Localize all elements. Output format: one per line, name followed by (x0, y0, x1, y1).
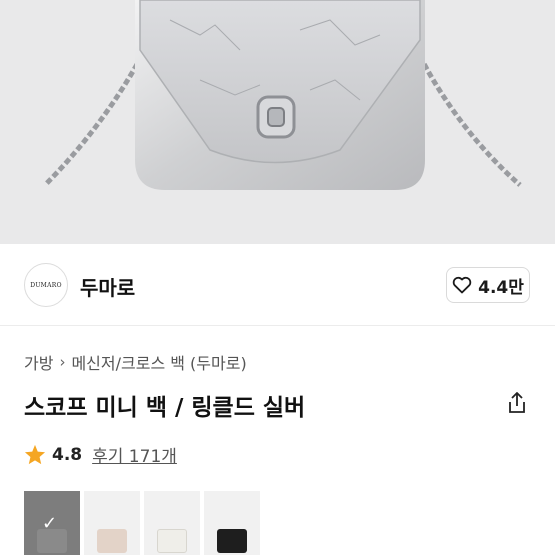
color-option-black[interactable] (204, 491, 260, 555)
heart-icon (452, 276, 472, 294)
brand-logo[interactable]: DUMARO (24, 263, 68, 307)
silver-bag-illustration (0, 0, 555, 244)
color-option-silver[interactable]: ✓ (24, 491, 80, 555)
rating-row: 4.8 후기 171개 (24, 442, 177, 467)
color-options: ✓ (24, 491, 260, 555)
like-button[interactable]: 4.4만 (446, 267, 530, 303)
color-option-beige[interactable] (84, 491, 140, 555)
breadcrumb-category[interactable]: 가방 (24, 350, 53, 374)
product-title: 스코프 미니 백 / 링클드 실버 (24, 395, 306, 421)
thumb-bag-image (97, 529, 127, 553)
product-image[interactable] (0, 0, 555, 244)
share-icon[interactable] (505, 390, 529, 416)
color-option-ivory[interactable] (144, 491, 200, 555)
rating-score: 4.8 (52, 444, 83, 465)
brand-name[interactable]: 두마로 (80, 272, 135, 301)
thumb-bag-image (157, 529, 187, 553)
review-link[interactable]: 후기 171개 (92, 442, 177, 467)
thumb-bag-image (217, 529, 247, 553)
check-icon: ✓ (42, 513, 58, 534)
chevron-right-icon: › (59, 353, 66, 371)
breadcrumb-subcategory[interactable]: 메신저/크로스 백 (두마로) (71, 350, 246, 374)
star-icon (24, 444, 46, 465)
like-count: 4.4만 (478, 277, 524, 298)
breadcrumb: 가방 › 메신저/크로스 백 (두마로) (24, 350, 247, 374)
